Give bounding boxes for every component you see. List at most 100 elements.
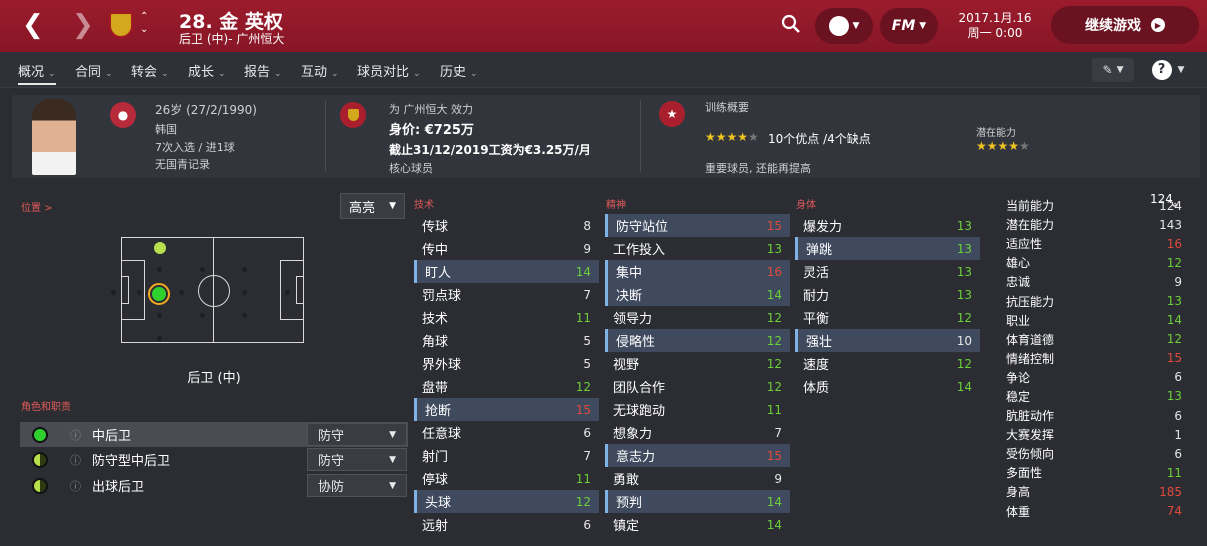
attribute-row[interactable]: 传球 8: [414, 214, 599, 237]
edit-menu-button[interactable]: ✎ ▼: [1092, 58, 1134, 82]
stat-row[interactable]: 受伤倾向 6: [1006, 444, 1182, 463]
attribute-row[interactable]: 抢断 15: [414, 398, 599, 421]
training-star-icon[interactable]: ★: [659, 101, 685, 127]
attribute-row[interactable]: 灵活 13: [795, 260, 980, 283]
stat-row[interactable]: 抗压能力 13: [1006, 291, 1182, 310]
chevron-down-icon: ⌄: [161, 69, 169, 79]
fm-menu-button[interactable]: FM ▼: [880, 8, 938, 44]
stat-row[interactable]: 稳定 13: [1006, 387, 1182, 406]
attribute-row[interactable]: 盯人 14: [414, 260, 599, 283]
attribute-row[interactable]: 镇定 14: [605, 513, 790, 536]
attribute-row[interactable]: 无球跑动 11: [605, 398, 790, 421]
attribute-row[interactable]: 射门 7: [414, 444, 599, 467]
info-icon[interactable]: ⓘ: [70, 452, 86, 468]
stat-row[interactable]: 大赛发挥 1: [1006, 425, 1182, 444]
club-crest-icon[interactable]: [109, 12, 133, 38]
tab-label: 历史: [440, 65, 467, 80]
attribute-row[interactable]: 侵略性 12: [605, 329, 790, 352]
club-line[interactable]: 为 广州恒大 效力: [389, 101, 473, 117]
attribute-row[interactable]: 界外球 5: [414, 352, 599, 375]
stat-row[interactable]: 肮脏动作 6: [1006, 406, 1182, 425]
attribute-row[interactable]: 领导力 12: [605, 306, 790, 329]
nation-flag-icon[interactable]: ●: [110, 102, 136, 128]
forward-arrow-icon[interactable]: ❯: [72, 8, 94, 42]
attribute-row[interactable]: 决断 14: [605, 283, 790, 306]
tab-overview[interactable]: 概况 ⌄: [18, 61, 56, 85]
duty-dropdown[interactable]: 协防 ▼: [307, 474, 407, 497]
attribute-row[interactable]: 视野 12: [605, 352, 790, 375]
attribute-row[interactable]: 停球 11: [414, 467, 599, 490]
tab-compare[interactable]: 球员对比 ⌄: [357, 61, 421, 80]
attribute-row[interactable]: 强壮 10: [795, 329, 980, 352]
tab-development[interactable]: 成长 ⌄: [188, 61, 226, 80]
attribute-row[interactable]: 传中 9: [414, 237, 599, 260]
stat-row[interactable]: 多面性 11: [1006, 463, 1182, 482]
info-icon[interactable]: ⓘ: [70, 478, 86, 494]
chevron-down-icon: ⌄: [413, 69, 421, 79]
tab-reports[interactable]: 报告 ⌄: [244, 61, 282, 80]
attribute-row[interactable]: 盘带 12: [414, 375, 599, 398]
attribute-row[interactable]: 意志力 15: [605, 444, 790, 467]
stat-row[interactable]: 忠诚 9: [1006, 272, 1182, 291]
age-text: 26岁 (27/2/1990): [155, 103, 257, 117]
attribute-row[interactable]: 耐力 13: [795, 283, 980, 306]
info-icon[interactable]: ⓘ: [70, 427, 86, 443]
position-label[interactable]: 位置 >: [21, 199, 53, 214]
attribute-name: 无球跑动: [613, 404, 666, 419]
tab-interaction[interactable]: 互动 ⌄: [301, 61, 339, 80]
continue-game-button[interactable]: 继续游戏 ▶: [1051, 6, 1199, 44]
attribute-row[interactable]: 爆发力 13: [795, 214, 980, 237]
globe-icon: [828, 16, 849, 36]
stat-row[interactable]: 职业 14: [1006, 311, 1182, 330]
highlight-dropdown[interactable]: 高亮 ▼: [340, 193, 405, 219]
stat-row[interactable]: 当前能力 124: [1006, 196, 1182, 215]
duty-dropdown[interactable]: 防守 ▼: [307, 448, 407, 471]
stat-row[interactable]: 体育道德 12: [1006, 330, 1182, 349]
attribute-row[interactable]: 体质 14: [795, 375, 980, 398]
attribute-row[interactable]: 弹跳 13: [795, 237, 980, 260]
tab-history[interactable]: 历史 ⌄: [440, 61, 478, 80]
attribute-row[interactable]: 速度 12: [795, 352, 980, 375]
club-badge-icon[interactable]: [340, 102, 366, 128]
stat-row[interactable]: 适应性 16: [1006, 234, 1182, 253]
attribute-row[interactable]: 工作投入 13: [605, 237, 790, 260]
stat-value: 11: [1166, 465, 1182, 480]
stat-row[interactable]: 潜在能力 143: [1006, 215, 1182, 234]
attribute-name: 体质: [803, 381, 830, 396]
attribute-row[interactable]: 罚点球 7: [414, 283, 599, 306]
stat-row[interactable]: 雄心 12: [1006, 253, 1182, 272]
world-menu-button[interactable]: ▼: [815, 8, 873, 44]
attribute-value: 13: [956, 264, 972, 279]
duty-dropdown[interactable]: 防守 ▼: [307, 423, 407, 446]
stat-row[interactable]: 情绪控制 15: [1006, 349, 1182, 368]
tab-contract[interactable]: 合同 ⌄: [75, 61, 113, 80]
search-icon[interactable]: [781, 14, 801, 34]
attribute-row[interactable]: 集中 16: [605, 260, 790, 283]
attribute-value: 12: [575, 379, 591, 394]
stat-row[interactable]: 争论 6: [1006, 368, 1182, 387]
help-menu-button[interactable]: ? ▼: [1145, 58, 1191, 82]
attribute-name: 意志力: [616, 450, 656, 465]
stat-row[interactable]: 体重 74: [1006, 502, 1182, 521]
attribute-row[interactable]: 防守站位 15: [605, 214, 790, 237]
attribute-value: 11: [766, 402, 782, 417]
stat-row[interactable]: 身高 185: [1006, 482, 1182, 501]
attribute-row[interactable]: 技术 11: [414, 306, 599, 329]
attribute-row[interactable]: 预判 14: [605, 490, 790, 513]
attribute-row[interactable]: 勇敢 9: [605, 467, 790, 490]
stat-name: 潜在能力: [1006, 218, 1055, 233]
nation-text[interactable]: 韩国: [155, 121, 177, 137]
club-switch-icon[interactable]: ⌃ ⌄: [140, 10, 148, 36]
attribute-row[interactable]: 团队合作 12: [605, 375, 790, 398]
attribute-row[interactable]: 平衡 12: [795, 306, 980, 329]
back-arrow-icon[interactable]: ❮: [22, 8, 44, 42]
attribute-row[interactable]: 任意球 6: [414, 421, 599, 444]
tab-transfer[interactable]: 转会 ⌄: [131, 61, 169, 80]
attribute-row[interactable]: 头球 12: [414, 490, 599, 513]
role-suitability-icon: [32, 477, 48, 494]
attribute-row[interactable]: 远射 6: [414, 513, 599, 536]
stat-value: 124: [1159, 198, 1182, 213]
attribute-row[interactable]: 角球 5: [414, 329, 599, 352]
attribute-row[interactable]: 想象力 7: [605, 421, 790, 444]
position-dot: [200, 267, 205, 272]
